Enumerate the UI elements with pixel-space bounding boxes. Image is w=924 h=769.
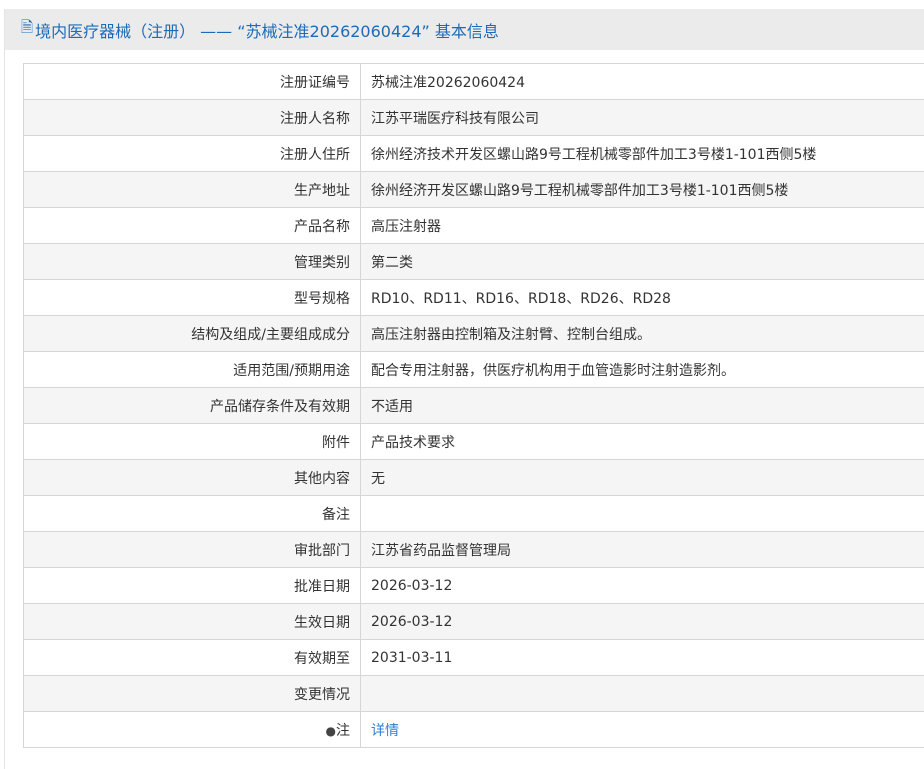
field-label: 产品名称	[24, 208, 361, 244]
field-label: 生产地址	[24, 172, 361, 208]
field-label: 变更情况	[24, 676, 361, 712]
field-value: 徐州经济技术开发区螺山路9号工程机械零部件加工3号楼1-101西侧5楼	[361, 136, 924, 172]
field-value: 2031-03-11	[361, 640, 924, 676]
panel-header: 🗎境内医疗器械（注册） —— “苏械注准20262060424” 基本信息	[5, 9, 924, 50]
table-row: 产品储存条件及有效期不适用	[24, 388, 924, 424]
table-row: 适用范围/预期用途配合专用注射器，供医疗机构用于血管造影时注射造影剂。	[24, 352, 924, 388]
field-value	[361, 496, 924, 532]
table-row: 注册人名称江苏平瑞医疗科技有限公司	[24, 100, 924, 136]
field-value: 产品技术要求	[361, 424, 924, 460]
table-row: 注册证编号苏械注准20262060424	[24, 64, 924, 100]
field-value: RD10、RD11、RD16、RD18、RD26、RD28	[361, 280, 924, 316]
field-label: 附件	[24, 424, 361, 460]
table-row: 管理类别第二类	[24, 244, 924, 280]
table-row: 其他内容无	[24, 460, 924, 496]
lightbulb-icon: ●	[326, 724, 336, 738]
field-value: 徐州经济开发区螺山路9号工程机械零部件加工3号楼1-101西侧5楼	[361, 172, 924, 208]
table-row-note: ●注 详情	[24, 712, 924, 748]
field-label: 结构及组成/主要组成成分	[24, 316, 361, 352]
field-label: 产品储存条件及有效期	[24, 388, 361, 424]
field-label: 审批部门	[24, 532, 361, 568]
info-panel: 🗎境内医疗器械（注册） —— “苏械注准20262060424” 基本信息 注册…	[4, 9, 924, 769]
field-value: 2026-03-12	[361, 604, 924, 640]
field-value: 2026-03-12	[361, 568, 924, 604]
field-value: 江苏省药品监督管理局	[361, 532, 924, 568]
info-table: 注册证编号苏械注准20262060424注册人名称江苏平瑞医疗科技有限公司注册人…	[23, 63, 924, 748]
field-label: 注册人住所	[24, 136, 361, 172]
field-label: 其他内容	[24, 460, 361, 496]
field-value: 高压注射器	[361, 208, 924, 244]
field-value: 高压注射器由控制箱及注射臂、控制台组成。	[361, 316, 924, 352]
table-row: 结构及组成/主要组成成分高压注射器由控制箱及注射臂、控制台组成。	[24, 316, 924, 352]
table-row: 生效日期2026-03-12	[24, 604, 924, 640]
table-row: 批准日期2026-03-12	[24, 568, 924, 604]
field-label: 适用范围/预期用途	[24, 352, 361, 388]
table-row: 变更情况	[24, 676, 924, 712]
field-label: 注册人名称	[24, 100, 361, 136]
field-value: 苏械注准20262060424	[361, 64, 924, 100]
field-label: 型号规格	[24, 280, 361, 316]
document-icon: 🗎	[21, 17, 33, 42]
field-label: 批准日期	[24, 568, 361, 604]
field-value: 江苏平瑞医疗科技有限公司	[361, 100, 924, 136]
table-row: 产品名称高压注射器	[24, 208, 924, 244]
field-label: 生效日期	[24, 604, 361, 640]
field-value	[361, 676, 924, 712]
table-row: 有效期至2031-03-11	[24, 640, 924, 676]
table-row: 附件产品技术要求	[24, 424, 924, 460]
table-row: 审批部门江苏省药品监督管理局	[24, 532, 924, 568]
note-label: 注	[336, 723, 350, 739]
field-value: 无	[361, 460, 924, 496]
table-row: 型号规格RD10、RD11、RD16、RD18、RD26、RD28	[24, 280, 924, 316]
field-value: 第二类	[361, 244, 924, 280]
table-row: 注册人住所徐州经济技术开发区螺山路9号工程机械零部件加工3号楼1-101西侧5楼	[24, 136, 924, 172]
table-row: 生产地址徐州经济开发区螺山路9号工程机械零部件加工3号楼1-101西侧5楼	[24, 172, 924, 208]
field-value: 配合专用注射器，供医疗机构用于血管造影时注射造影剂。	[361, 352, 924, 388]
field-label: 备注	[24, 496, 361, 532]
field-label: 管理类别	[24, 244, 361, 280]
details-link[interactable]: 详情	[371, 723, 399, 739]
field-label: 注册证编号	[24, 64, 361, 100]
table-row: 备注	[24, 496, 924, 532]
field-value: 不适用	[361, 388, 924, 424]
field-label: 有效期至	[24, 640, 361, 676]
page-title: 境内医疗器械（注册） —— “苏械注准20262060424” 基本信息	[35, 18, 499, 42]
